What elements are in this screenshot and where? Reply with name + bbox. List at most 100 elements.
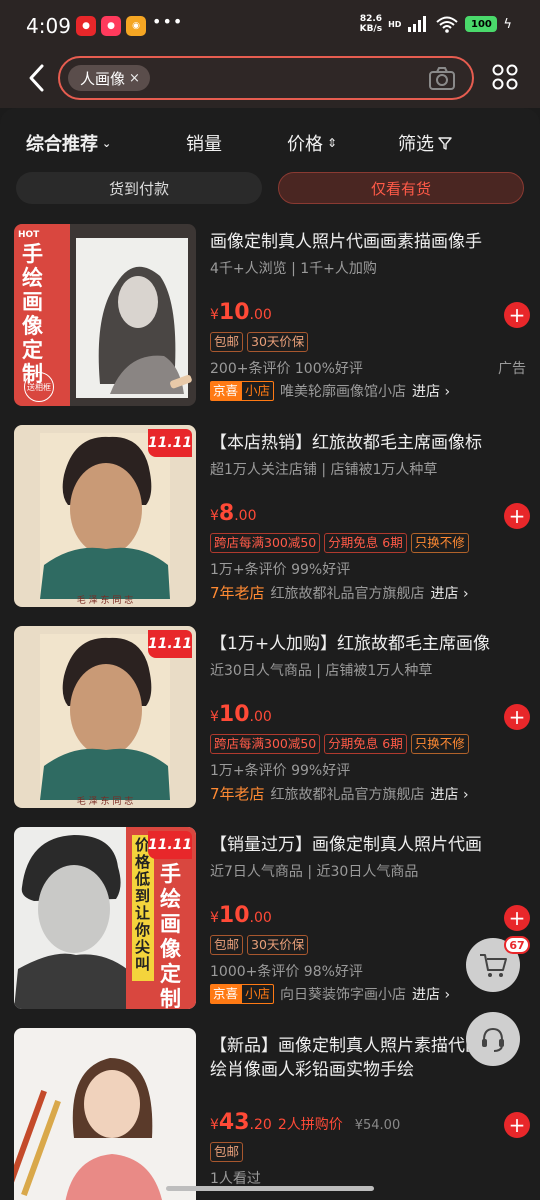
shop-name[interactable]: 红旅故都礼品官方旗舰店 <box>271 784 425 804</box>
tag: 包邮 <box>210 1142 244 1162</box>
price-row: ¥43.20 2人拼购价 ¥54.00 <box>210 1110 400 1135</box>
tag: 跨店每满300减50 <box>210 533 321 553</box>
promo-tags: 跨店每满300减50 分期免息 6期 只换不修 <box>210 734 469 754</box>
product-image[interactable]: 毛 泽 东 同 志 11.11 <box>14 626 196 808</box>
sort-filter[interactable]: 筛选 <box>398 130 452 156</box>
sort-bar: 综合推荐 ⌄ 销量 价格 ⇕ 筛选 <box>0 130 540 158</box>
customer-service-button[interactable] <box>466 1012 520 1066</box>
in-stock-filter[interactable]: 仅看有货 <box>278 172 524 204</box>
old-shop-label: 7年老店 <box>210 785 265 803</box>
sort-price[interactable]: 价格 ⇕ <box>287 130 337 156</box>
product-stats: 近30日人气商品 | 店铺被1万人种草 <box>210 663 433 679</box>
double-eleven-badge: 11.11 <box>148 429 192 457</box>
product-card[interactable]: 价格低到让你尖叫 手绘画像定制 11.11 【销量过万】画像定制真人照片代画 近… <box>14 827 534 1011</box>
enter-shop-link[interactable]: 进店 › <box>431 583 469 603</box>
promo-tags: 包邮 30天价保 <box>210 332 309 352</box>
tag: 分期免息 6期 <box>324 734 407 754</box>
enter-shop-link[interactable]: 进店 › <box>412 381 450 401</box>
chevron-down-icon: ⌄ <box>102 136 112 150</box>
tag: 30天价保 <box>247 935 309 955</box>
cash-on-delivery-filter[interactable]: 货到付款 <box>16 172 262 204</box>
portrait-caption: 毛 泽 东 同 志 <box>76 797 134 807</box>
portrait-caption: 毛 泽 东 同 志 <box>76 596 134 606</box>
product-card[interactable]: 毛 泽 东 同 志 11.11 【本店热销】红旅故都毛主席画像标 超1万人关注店… <box>14 425 534 609</box>
price-row: ¥10.00 <box>210 903 272 928</box>
view-count: 1人看过 <box>210 1171 261 1187</box>
product-stats: 近7日人气商品 | 近30日人气商品 <box>210 864 419 880</box>
rating-text: 1万+条评价 99%好评 <box>210 763 351 779</box>
status-indicators: 82.6 KB/s HD 100 ϟ <box>360 14 512 34</box>
status-bar: 4:09 ● ● ◉ ••• 82.6 KB/s HD 100 ϟ <box>0 0 540 52</box>
product-title[interactable]: 【销量过万】画像定制真人照片代画 <box>210 833 526 857</box>
sort-comprehensive[interactable]: 综合推荐 ⌄ <box>26 130 111 156</box>
thumb-caption: 手绘画像定制 <box>22 241 43 386</box>
product-card[interactable]: 毛 泽 东 同 志 11.11 【1万+人加购】红旅故都毛主席画像 近30日人气… <box>14 626 534 810</box>
jingxi-badge: 京喜 小店 <box>210 381 275 401</box>
product-stats: 超1万人关注店铺 | 店铺被1万人种草 <box>210 462 438 478</box>
home-indicator[interactable] <box>166 1186 374 1191</box>
product-image[interactable]: HOT 手绘画像定制 送相框 <box>14 224 196 406</box>
search-input[interactable]: 人画像 × <box>58 56 474 100</box>
app-notification-icon: ● <box>76 16 96 36</box>
search-keyword-chip[interactable]: 人画像 × <box>68 65 150 91</box>
shop-name[interactable]: 向日葵装饰字画小店 <box>280 984 406 1004</box>
search-header: 人画像 × <box>0 52 540 108</box>
add-to-cart-button[interactable]: + <box>504 503 530 529</box>
product-image[interactable]: 毛 泽 东 同 志 11.11 <box>14 425 196 607</box>
product-stats: 4千+人浏览 | 1千+人加购 <box>210 261 377 277</box>
product-card[interactable]: 【新品】画像定制真人照片素描代画画手绘肖像画人彩铅画实物手绘 ¥43.20 2人… <box>14 1028 534 1200</box>
hd-indicator: HD <box>388 19 402 29</box>
grid-menu-icon[interactable] <box>492 64 518 90</box>
shop-row: 京喜 小店 向日葵装饰字画小店 进店 › <box>210 984 450 1004</box>
ad-label: 广告 <box>498 361 526 377</box>
signal-icon <box>408 16 427 32</box>
shop-row: 7年老店 红旅故都礼品官方旗舰店 进店 › <box>210 783 469 804</box>
add-to-cart-button[interactable]: + <box>504 302 530 328</box>
enter-shop-link[interactable]: 进店 › <box>412 984 450 1004</box>
headset-icon <box>482 1027 504 1052</box>
results-panel: 综合推荐 ⌄ 销量 价格 ⇕ 筛选 货到付款 仅看有货 HOT 手绘画像定制 送… <box>0 108 540 1200</box>
cart-icon <box>480 954 507 977</box>
product-title[interactable]: 【本店热销】红旅故都毛主席画像标 <box>210 431 526 455</box>
product-card[interactable]: HOT 手绘画像定制 送相框 画像定制真人照片代画画素描画像手 4千+人浏览 |… <box>14 224 534 408</box>
enter-shop-link[interactable]: 进店 › <box>431 784 469 804</box>
tag: 30天价保 <box>247 332 309 352</box>
add-to-cart-button[interactable]: + <box>504 1112 530 1138</box>
tag: 分期免息 6期 <box>324 533 407 553</box>
tag: 只换不修 <box>410 734 469 754</box>
hot-label: HOT <box>18 230 40 240</box>
add-to-cart-button[interactable]: + <box>504 905 530 931</box>
product-price: ¥10.00 <box>210 903 272 928</box>
product-title[interactable]: 【1万+人加购】红旅故都毛主席画像 <box>210 632 526 656</box>
jingxi-badge: 京喜 小店 <box>210 984 275 1004</box>
battery-icon: 100 <box>465 16 498 32</box>
add-to-cart-button[interactable]: + <box>504 704 530 730</box>
shop-row: 7年老店 红旅故都礼品官方旗舰店 进店 › <box>210 582 469 603</box>
charging-icon: ϟ <box>503 16 512 32</box>
camera-icon[interactable] <box>428 66 456 92</box>
tag: 包邮 <box>210 935 244 955</box>
sort-sales[interactable]: 销量 <box>186 130 222 156</box>
sort-arrows-icon: ⇕ <box>327 136 338 150</box>
product-image[interactable] <box>14 1028 196 1200</box>
double-eleven-badge: 11.11 <box>148 831 192 859</box>
back-icon[interactable] <box>24 62 50 94</box>
tag: 包邮 <box>210 332 244 352</box>
price-row: ¥10.00 <box>210 300 272 325</box>
rating-text: 1000+条评价 98%好评 <box>210 964 363 980</box>
gift-frame-label: 送相框 <box>24 372 54 402</box>
clear-keyword-icon[interactable]: × <box>129 71 140 86</box>
product-title[interactable]: 画像定制真人照片代画画素描画像手 <box>210 230 526 254</box>
app-notification-icon: ● <box>101 16 121 36</box>
network-speed: 82.6 KB/s <box>359 14 383 34</box>
product-image[interactable]: 价格低到让你尖叫 手绘画像定制 11.11 <box>14 827 196 1009</box>
shop-name[interactable]: 唯美轮廓画像馆小店 <box>280 381 406 401</box>
rating-text: 1万+条评价 99%好评 <box>210 562 351 578</box>
double-eleven-badge: 11.11 <box>148 630 192 658</box>
shop-name[interactable]: 红旅故都礼品官方旗舰店 <box>271 583 425 603</box>
original-price: ¥54.00 <box>354 1118 401 1133</box>
product-price: ¥10.00 <box>210 300 272 325</box>
product-price: ¥10.00 <box>210 702 272 727</box>
product-price: ¥43.20 <box>210 1110 272 1135</box>
promo-tags: 包邮 <box>210 1142 244 1162</box>
